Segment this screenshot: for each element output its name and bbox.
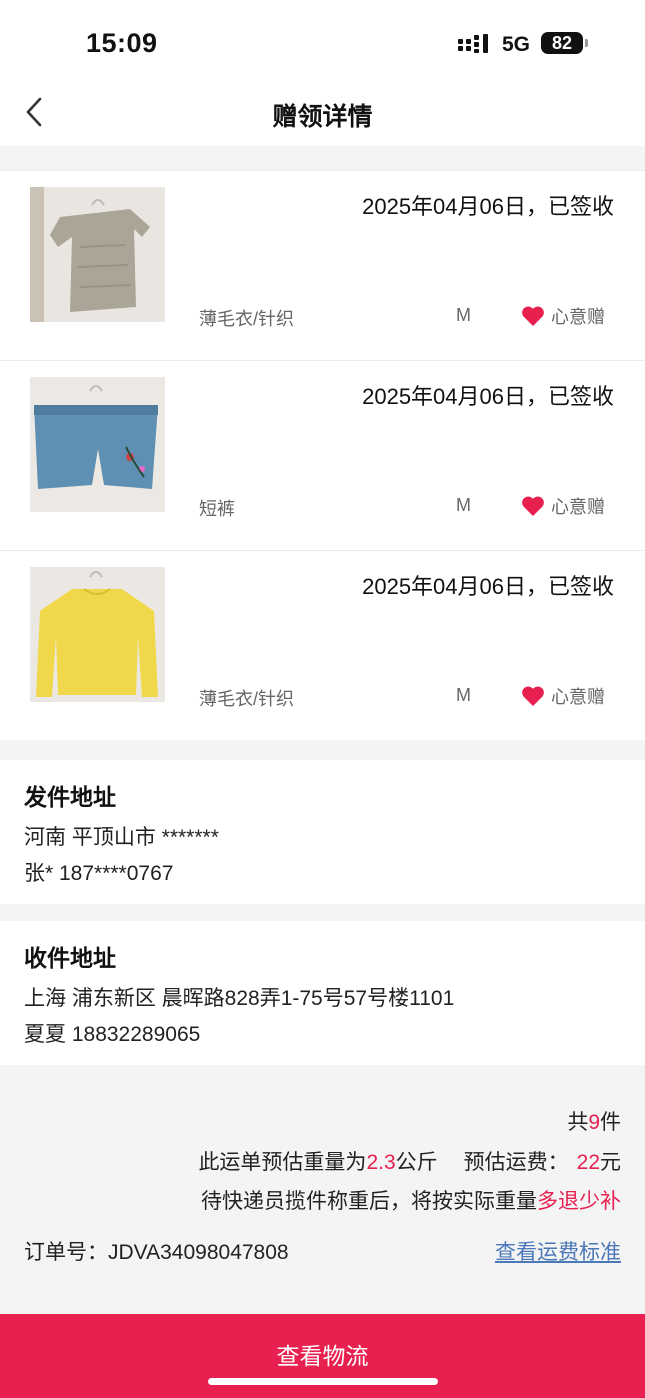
item-list: 2025年04月06日，已签收 薄毛衣/针织 M 心意赠 2025年04月06日…: [0, 170, 645, 740]
item-size: M: [456, 495, 471, 515]
count-suffix: 件: [600, 1111, 621, 1134]
list-item[interactable]: 2025年04月06日，已签收 短裤 M 心意赠: [0, 360, 645, 550]
sender-address-section: 发件地址 河南 平顶山市 ******* 张* 187****0767: [0, 760, 645, 904]
weight-unit: 公斤: [395, 1151, 438, 1174]
shipping-summary: 共9件 此运单预估重量为2.3公斤 预估运费： 22元 待快递员揽件称重后，将按实际…: [0, 1066, 645, 1314]
item-category: 薄毛衣/针织: [199, 309, 295, 329]
item-tag: 心意赠: [521, 303, 605, 329]
item-tag-label: 心意赠: [551, 497, 605, 517]
count-prefix: 共: [567, 1111, 589, 1134]
item-tag: 心意赠: [521, 493, 605, 519]
receiver-address-section: 收件地址 上海 浦东新区 晨晖路828弄1-75号57号楼1101 夏夏 188…: [0, 921, 645, 1065]
signal-icon: [458, 34, 488, 53]
page-title: 赠领详情: [272, 103, 373, 131]
item-tag: 心意赠: [521, 683, 605, 709]
weight-prefix: 此运单预估重量为: [198, 1151, 367, 1174]
view-logistics-button[interactable]: 查看物流: [0, 1314, 645, 1398]
sender-title: 发件地址: [24, 784, 116, 810]
fee-value: 22: [576, 1151, 600, 1174]
sender-contact: 张* 187****0767: [24, 862, 174, 885]
item-size: M: [456, 685, 471, 705]
note-prefix: 待快递员揽件称重后，将按实际重量: [201, 1190, 537, 1213]
home-indicator: [208, 1378, 438, 1385]
note-highlight: 多退少补: [537, 1190, 621, 1213]
fee-unit: 元: [600, 1151, 621, 1174]
nav-bar: 赠领详情: [0, 80, 645, 146]
list-item[interactable]: 2025年04月06日，已签收 薄毛衣/针织 M 心意赠: [0, 550, 645, 740]
status-bar: 15:09 5G 82: [0, 0, 645, 80]
receiver-contact: 夏夏 18832289065: [24, 1023, 201, 1046]
item-thumbnail: [30, 187, 165, 322]
item-count: 共9件: [567, 1106, 621, 1136]
item-tag-label: 心意赠: [551, 687, 605, 707]
item-size: M: [456, 305, 471, 325]
receiver-address: 上海 浦东新区 晨晖路828弄1-75号57号楼1101: [24, 987, 455, 1010]
item-category: 短裤: [199, 499, 235, 519]
order-label: 订单号：: [24, 1241, 108, 1264]
order-number: 订单号：JDVA34098047808: [24, 1236, 289, 1266]
count-value: 9: [588, 1111, 600, 1134]
list-item[interactable]: 2025年04月06日，已签收 薄毛衣/针织 M 心意赠: [0, 170, 645, 360]
item-thumbnail: [30, 377, 165, 512]
receiver-title: 收件地址: [24, 945, 116, 971]
weight-value: 2.3: [366, 1151, 396, 1174]
item-date-status: 2025年04月06日，已签收: [362, 574, 614, 599]
heart-icon: [522, 306, 544, 326]
battery-icon: 82: [541, 32, 583, 54]
item-category: 薄毛衣/针织: [199, 689, 295, 709]
battery-tip: [585, 39, 588, 47]
fee-standard-link[interactable]: 查看运费标准: [495, 1236, 621, 1266]
item-thumbnail: [30, 567, 165, 702]
item-date-status: 2025年04月06日，已签收: [362, 194, 614, 219]
item-date-status: 2025年04月06日，已签收: [362, 384, 614, 409]
heart-icon: [522, 686, 544, 706]
item-tag-label: 心意赠: [551, 307, 605, 327]
order-value: JDVA34098047808: [108, 1241, 289, 1264]
status-time: 15:09: [86, 28, 158, 58]
heart-icon: [522, 496, 544, 516]
weight-fee-line: 此运单预估重量为2.3公斤 预估运费： 22元: [198, 1146, 621, 1176]
sender-region: 河南 平顶山市 *******: [24, 826, 219, 849]
weight-note: 待快递员揽件称重后，将按实际重量多退少补: [201, 1185, 621, 1215]
fee-label: 预估运费：: [463, 1151, 569, 1174]
network-label: 5G: [502, 33, 531, 56]
